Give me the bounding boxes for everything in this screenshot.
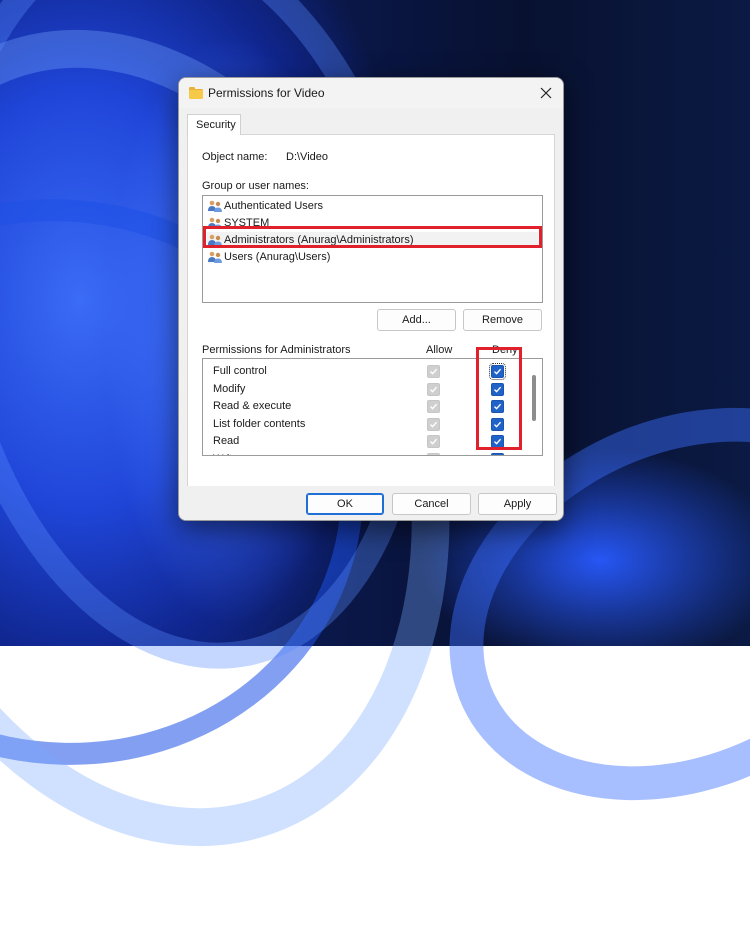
checkmark-icon xyxy=(430,421,438,428)
add-button[interactable]: Add... xyxy=(377,309,456,331)
permission-name: Write xyxy=(213,453,238,456)
ok-button[interactable]: OK xyxy=(306,493,384,515)
allow-checkbox[interactable] xyxy=(427,382,440,396)
permission-row: Full control xyxy=(203,363,523,380)
user-list-item[interactable]: Users (Anurag\Users) xyxy=(207,249,538,265)
permission-name: Modify xyxy=(213,382,246,395)
permission-name: Full control xyxy=(213,365,267,377)
remove-button[interactable]: Remove xyxy=(463,309,542,331)
group-user-names-label: Group or user names: xyxy=(202,180,309,192)
allow-checkbox[interactable] xyxy=(427,417,440,431)
permission-row: List folder contents xyxy=(203,416,523,433)
allow-checkbox[interactable] xyxy=(427,365,440,378)
permissions-for-label: Permissions for Administrators xyxy=(202,344,351,356)
checkmark-icon xyxy=(430,403,438,410)
users-group-icon xyxy=(208,200,222,212)
checkmark-icon xyxy=(493,455,502,457)
allow-checkbox[interactable] xyxy=(427,435,440,448)
permission-row: Write xyxy=(203,451,523,457)
apply-button[interactable]: Apply xyxy=(478,493,557,515)
tab-security[interactable]: Security xyxy=(187,114,241,135)
checkmark-icon xyxy=(430,438,438,445)
permission-row: Read xyxy=(203,433,523,450)
checkmark-icon xyxy=(429,455,438,457)
deny-column-highlight-annotation xyxy=(476,347,522,450)
permission-name: Read xyxy=(213,435,240,447)
permission-name: Read & execute xyxy=(213,400,292,412)
users-group-icon xyxy=(208,251,222,263)
selection-highlight-annotation xyxy=(203,226,542,248)
tab-label: Security xyxy=(196,119,236,131)
object-name-value: D:\Video xyxy=(286,151,328,163)
close-button[interactable] xyxy=(529,78,563,108)
folder-icon xyxy=(189,87,203,99)
allow-checkbox[interactable] xyxy=(427,452,440,457)
user-name: Authenticated Users xyxy=(224,200,324,212)
dialog-title: Permissions for Video xyxy=(208,86,325,100)
checkmark-icon xyxy=(430,368,438,375)
object-name-label: Object name: xyxy=(202,151,268,163)
user-listbox[interactable]: Authenticated Users SYSTEM Administrators … xyxy=(202,195,543,303)
permissions-scrollbar[interactable] xyxy=(532,375,536,421)
user-list-item[interactable]: Authenticated Users xyxy=(207,198,538,214)
cancel-button[interactable]: Cancel xyxy=(392,493,471,515)
checkmark-icon xyxy=(430,386,438,393)
allow-checkbox[interactable] xyxy=(427,400,440,413)
user-name: Users (Anurag\Users) xyxy=(224,251,331,263)
close-icon xyxy=(540,87,552,99)
title-bar[interactable]: Permissions for Video xyxy=(179,78,563,108)
permission-row: Modify xyxy=(203,381,523,398)
allow-column-header: Allow xyxy=(426,344,453,356)
dialog-footer: OK Cancel Apply xyxy=(179,486,563,520)
permission-name: List folder contents xyxy=(213,417,306,430)
permission-row: Read & execute xyxy=(203,398,523,415)
deny-checkbox[interactable] xyxy=(491,452,504,457)
permissions-dialog: Permissions for Video Security Object na… xyxy=(178,77,564,521)
security-panel: Object name: D:\Video Group or user name… xyxy=(187,134,555,488)
